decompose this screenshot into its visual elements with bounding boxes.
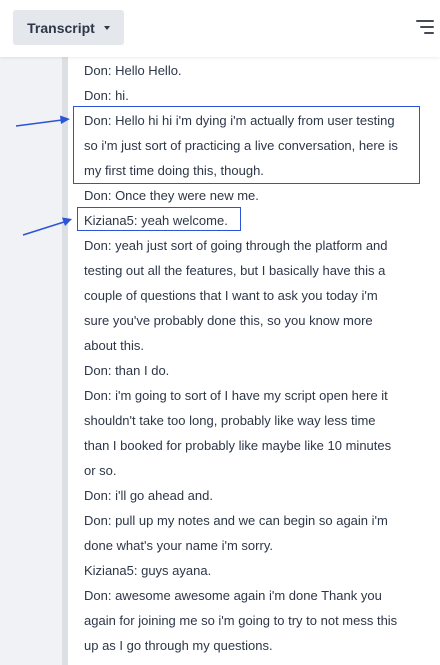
annotation-arrows — [15, 115, 72, 236]
annotation-arrow-2 — [22, 217, 72, 236]
annotation-arrow-1 — [15, 115, 70, 127]
